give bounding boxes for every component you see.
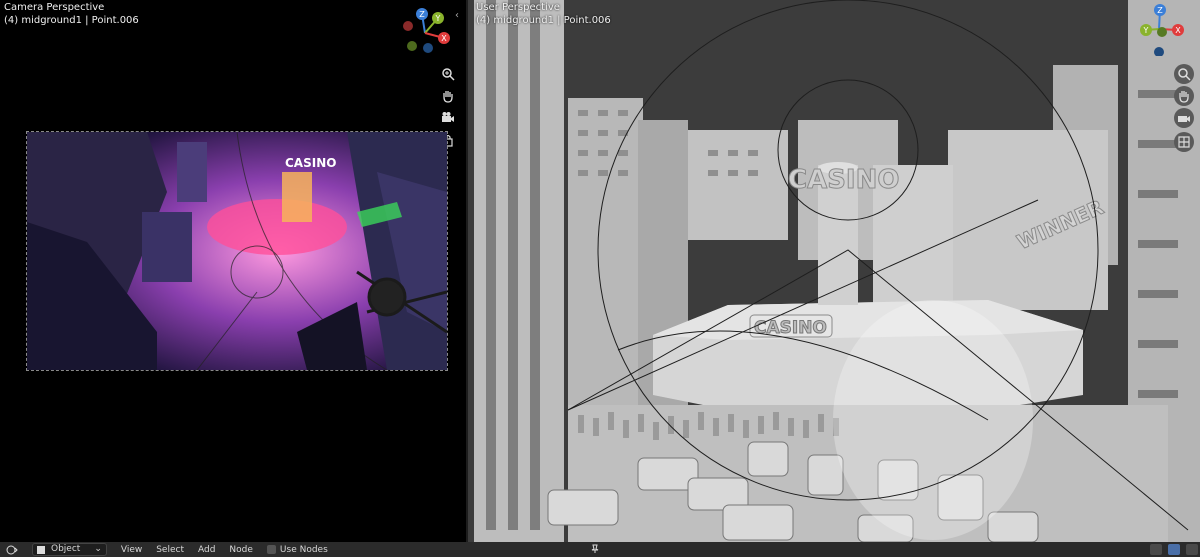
neg-x-handle (403, 21, 413, 31)
object-mode-select[interactable]: Object ⌄ (32, 543, 107, 556)
use-nodes-checkbox[interactable] (266, 545, 276, 554)
zoom-icon[interactable] (438, 64, 458, 84)
x-axis-label: X (1175, 26, 1181, 35)
zoom-icon[interactable] (1174, 64, 1194, 84)
hand-pan-icon[interactable] (1174, 86, 1194, 106)
neg-y-handle (407, 41, 417, 51)
collapse-arrow-icon[interactable]: ‹ (455, 10, 465, 24)
object-icon (37, 545, 45, 554)
options-icon[interactable] (1186, 544, 1198, 555)
scene-render: CASINO WINNER CASINO (468, 0, 1200, 542)
editor-type-icon[interactable] (6, 545, 18, 555)
chevron-down-icon: ⌄ (94, 544, 102, 554)
object-mode-label: Object (51, 544, 81, 554)
z-axis-label: Z (419, 10, 425, 19)
backdrop-toggle-icon[interactable] (1168, 544, 1180, 555)
viewport-object-info: (4) midground1 | Point.006 (4, 15, 139, 26)
z-axis-label: Z (1157, 6, 1163, 15)
grid-view-icon[interactable] (1174, 132, 1194, 152)
camera-viewport[interactable]: Camera Perspective (4) midground1 | Poin… (0, 0, 466, 542)
camera-view-icon[interactable] (1174, 108, 1194, 128)
hand-pan-icon[interactable] (438, 86, 458, 106)
menu-node[interactable]: Node (229, 545, 253, 555)
viewport-title: Camera Perspective (4, 2, 105, 13)
render-preview-image: CASINO (27, 132, 447, 370)
camera-view-icon[interactable] (438, 108, 458, 128)
user-perspective-viewport[interactable]: CASINO WINNER CASINO User Perspective (4… (468, 0, 1200, 542)
y-axis-label: Y (435, 14, 441, 23)
camera-render-preview: CASINO (26, 131, 448, 371)
y-axis-label: Y (1143, 26, 1149, 35)
neg-z-handle (423, 43, 433, 53)
pin-icon[interactable] (590, 544, 600, 557)
node-editor-header: Object ⌄ View Select Add Node Use Nodes (0, 542, 1200, 557)
menu-select[interactable]: Select (156, 545, 184, 555)
overlay-toggle-icon[interactable] (1150, 544, 1162, 555)
menu-view[interactable]: View (121, 545, 142, 555)
casino-sign-front: CASINO (754, 318, 827, 338)
navigation-gizmo[interactable]: Z Y X (1132, 2, 1186, 56)
use-nodes-label: Use Nodes (279, 544, 328, 555)
x-axis-label: X (441, 34, 447, 43)
render-casino-sign: CASINO (285, 156, 336, 170)
viewport-title: User Perspective (476, 2, 560, 13)
casino-sign-top: CASINO (788, 165, 899, 195)
navigation-gizmo[interactable]: Z Y X (398, 6, 452, 60)
menu-add[interactable]: Add (198, 545, 215, 555)
use-nodes-toggle[interactable]: Use Nodes (266, 544, 328, 555)
viewport-object-info: (4) midground1 | Point.006 (476, 15, 611, 26)
